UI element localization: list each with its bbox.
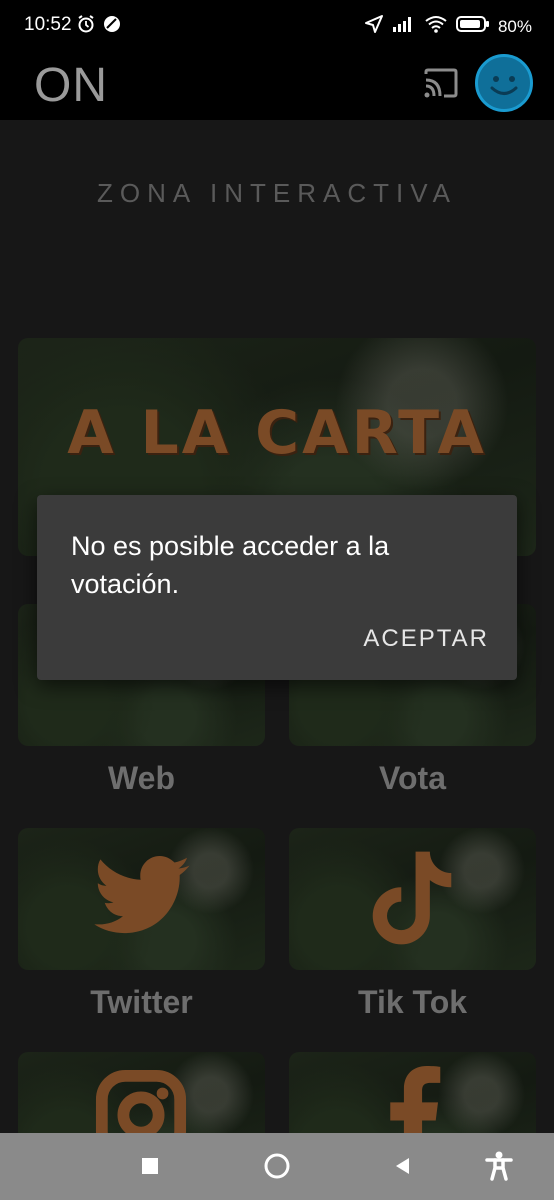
- section-title: ZONA INTERACTIVA: [97, 178, 457, 208]
- status-time: 10:52: [24, 14, 72, 35]
- app-logo: ON: [34, 59, 108, 112]
- system-nav-bar: [0, 1133, 554, 1200]
- cast-icon[interactable]: [422, 66, 460, 102]
- wifi-icon: [424, 14, 448, 39]
- accessibility-icon[interactable]: [484, 1151, 514, 1181]
- status-bar: 10:52 80%: [0, 0, 554, 52]
- battery-percent: 80%: [497, 16, 532, 36]
- tile-label-tiktok: Tik Tok: [357, 984, 468, 1020]
- tile-label-twitter: Twitter: [90, 984, 193, 1020]
- alarm-icon: [76, 14, 96, 39]
- dialog-message: No es posible acceder a la votación.: [71, 531, 390, 599]
- tile-instagram[interactable]: [18, 1052, 265, 1133]
- back-icon[interactable]: [388, 1151, 418, 1181]
- tile-label-vota: Vota: [379, 760, 446, 796]
- battery-icon: [455, 15, 490, 38]
- facebook-icon: [390, 1066, 441, 1133]
- banner-title: A LA CARTA: [67, 398, 487, 468]
- tile-twitter[interactable]: [18, 828, 265, 970]
- alert-dialog: No es posible acceder a la votación. ACE…: [37, 495, 517, 680]
- signal-icon: [392, 15, 416, 38]
- app-notification-icon: [102, 14, 122, 39]
- location-icon: [364, 14, 384, 39]
- app-bar: ON: [0, 52, 554, 120]
- tiktok-icon: [372, 851, 452, 945]
- accept-button[interactable]: ACEPTAR: [363, 625, 489, 653]
- avatar[interactable]: [475, 54, 533, 112]
- tile-label-web: Web: [108, 760, 175, 796]
- instagram-icon: [95, 1069, 187, 1133]
- tile-tiktok[interactable]: [289, 828, 536, 970]
- tile-facebook[interactable]: [289, 1052, 536, 1133]
- recents-icon[interactable]: [135, 1151, 165, 1181]
- home-icon[interactable]: [262, 1151, 292, 1181]
- avatar-smiley-icon: [490, 76, 518, 95]
- twitter-icon: [94, 855, 190, 934]
